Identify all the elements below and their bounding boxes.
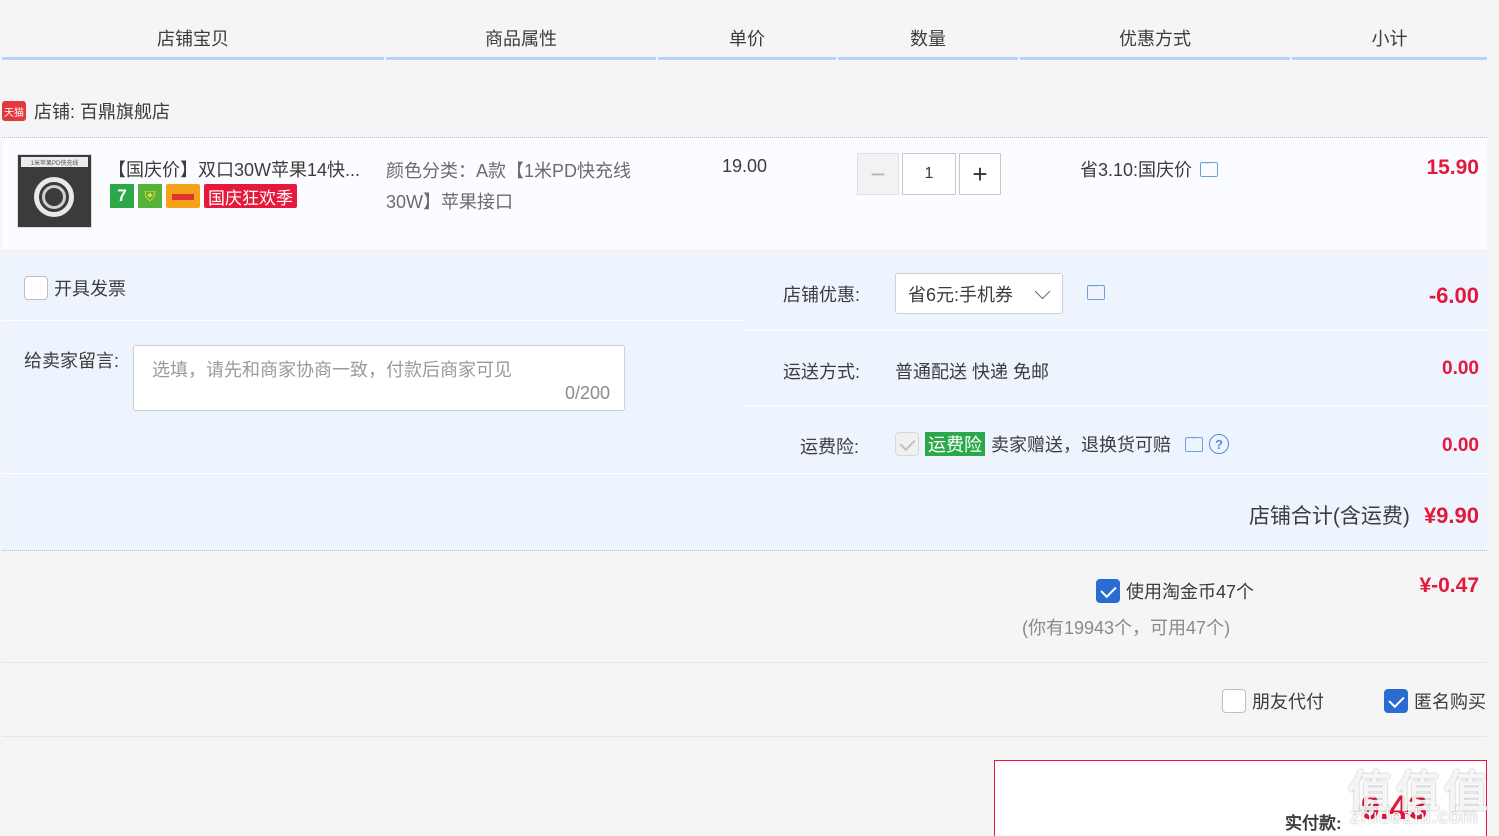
item-subtotal: 15.90 xyxy=(1426,156,1479,179)
friend-pay-checkbox[interactable] xyxy=(1222,689,1246,713)
taojinbi-note: (你有19943个，可用47个) xyxy=(1022,618,1231,638)
insurance-amount: 0.00 xyxy=(1442,435,1479,456)
column-subtotal: 小计 xyxy=(1292,0,1487,60)
invoice-label: 开具发票 xyxy=(54,279,126,299)
product-badges: 7 ⛨ 国庆狂欢季 xyxy=(110,184,297,208)
taojinbi-option[interactable]: 使用淘金币47个 xyxy=(1096,578,1254,604)
insurance-option: 运费险 卖家赠送，退换货可赔 ? xyxy=(895,431,1229,457)
shop-header: 天猫 店铺: 百鼎旗舰店 xyxy=(2,96,170,126)
promotion-text: 省3.10:国庆价 xyxy=(1080,160,1193,180)
seven-day-return-icon: 7 xyxy=(110,184,134,208)
shop-total-label: 店铺合计(含运费) xyxy=(1248,505,1410,528)
product-title-link[interactable]: 【国庆价】双口30W苹果14快... xyxy=(108,156,378,182)
message-icon[interactable] xyxy=(1200,157,1219,177)
insurance-text: 卖家赠送，退换货可赔 xyxy=(991,435,1171,455)
product-attributes: 颜色分类：A款【1米PD快充线30W】苹果接口 xyxy=(386,161,632,212)
taojinbi-row: 使用淘金币47个 (你有19943个，可用47个) ¥-0.47 xyxy=(2,552,1487,663)
quantity-increase-button[interactable]: + xyxy=(959,153,1001,195)
insurance-tag: 运费险 xyxy=(925,432,985,456)
order-options: 开具发票 给卖家留言: 选填，请先和商家协商一致，付款后商家可见 0/200 店… xyxy=(2,255,1487,473)
insurance-row: 运费险: 运费险 卖家赠送，退换货可赔 ? 0.00 xyxy=(745,407,1487,473)
item-promotion: 省3.10:国庆价 xyxy=(1080,156,1219,182)
credit-card-icon xyxy=(166,184,200,208)
friend-pay-option[interactable]: 朋友代付 xyxy=(1222,688,1324,714)
actual-payment-label: 实付款: xyxy=(1285,814,1342,833)
chevron-down-icon xyxy=(1034,283,1051,300)
column-quantity: 数量 xyxy=(838,0,1018,60)
help-icon[interactable]: ? xyxy=(1209,434,1229,454)
insurance-checkbox xyxy=(895,432,919,456)
shop-discount-value: 省6元:手机券 xyxy=(908,284,1014,305)
column-unit-price: 单价 xyxy=(658,0,836,60)
shop-discount-select[interactable]: 省6元:手机券 xyxy=(895,273,1063,314)
guarantee-shield-icon: ⛨ xyxy=(138,184,162,208)
column-shop-item: 店铺宝贝 xyxy=(2,0,384,60)
memo-label: 给卖家留言: xyxy=(24,351,120,371)
insurance-label: 运费险: xyxy=(800,437,860,457)
message-icon[interactable] xyxy=(1185,432,1203,452)
shipping-value: 普通配送 快递 免邮 xyxy=(895,362,1050,382)
thumbnail-caption: 1米苹果PD快充线 xyxy=(21,157,88,167)
shop-name[interactable]: 店铺: 百鼎旗舰店 xyxy=(34,98,170,124)
order-options-right: 店铺优惠: 省6元:手机券 -6.00 运送方式: 普通配送 快递 免邮 0.0… xyxy=(745,255,1487,473)
message-icon[interactable] xyxy=(1087,280,1105,300)
invoice-option[interactable]: 开具发票 xyxy=(24,275,126,301)
column-attributes: 商品属性 xyxy=(386,0,656,60)
cable-coil-inner xyxy=(42,185,66,209)
shipping-amount: 0.00 xyxy=(1442,358,1479,379)
invoice-checkbox[interactable] xyxy=(24,276,48,300)
shop-discount-row: 店铺优惠: 省6元:手机券 -6.00 xyxy=(745,255,1487,331)
shop-total-amount: ¥9.90 xyxy=(1423,503,1479,528)
column-header: 店铺宝贝 商品属性 单价 数量 优惠方式 小计 xyxy=(0,0,1499,62)
friend-pay-label: 朋友代付 xyxy=(1252,692,1324,712)
anonymous-checkbox[interactable] xyxy=(1384,689,1408,713)
memo-textarea[interactable]: 选填，请先和商家协商一致，付款后商家可见 0/200 xyxy=(133,345,625,411)
product-thumbnail[interactable]: 1米苹果PD快充线 xyxy=(17,154,92,228)
memo-char-count: 0/200 xyxy=(564,383,610,403)
taojinbi-amount: ¥-0.47 xyxy=(1419,574,1479,597)
column-discount: 优惠方式 xyxy=(1020,0,1290,60)
anonymous-option[interactable]: 匿名购买 xyxy=(1384,688,1486,714)
memo-placeholder: 选填，请先和商家协商一致，付款后商家可见 xyxy=(152,360,512,380)
shipping-row: 运送方式: 普通配送 快递 免邮 0.00 xyxy=(745,332,1487,406)
quantity-stepper: − 1 + xyxy=(857,153,1001,195)
shop-discount-amount: -6.00 xyxy=(1428,283,1479,308)
anonymous-label: 匿名购买 xyxy=(1414,692,1486,712)
unit-price: 19.00 xyxy=(722,156,768,176)
shop-total: 店铺合计(含运费) ¥9.90 xyxy=(1249,500,1479,530)
cart-item-row: 1米苹果PD快充线 【国庆价】双口30W苹果14快... 7 ⛨ 国庆狂欢季 颜… xyxy=(2,137,1487,251)
invoice-section: 开具发票 xyxy=(2,255,744,321)
shop-total-row: 店铺合计(含运费) ¥9.90 xyxy=(2,473,1487,551)
shop-discount-label: 店铺优惠: xyxy=(783,285,861,305)
taojinbi-label: 使用淘金币47个 xyxy=(1126,582,1255,602)
shipping-label: 运送方式: xyxy=(783,362,861,382)
holiday-sale-badge: 国庆狂欢季 xyxy=(204,184,297,208)
tmall-icon: 天猫 xyxy=(2,101,26,121)
quantity-decrease-button[interactable]: − xyxy=(857,153,899,195)
actual-payment-amount: 9.43 xyxy=(1361,789,1428,827)
quantity-input[interactable]: 1 xyxy=(902,153,956,195)
actual-payment-box: 实付款: ¥ 9.43 xyxy=(994,760,1487,836)
taojinbi-checkbox[interactable] xyxy=(1096,579,1120,603)
payment-options-row: 朋友代付 匿名购买 xyxy=(2,664,1487,737)
